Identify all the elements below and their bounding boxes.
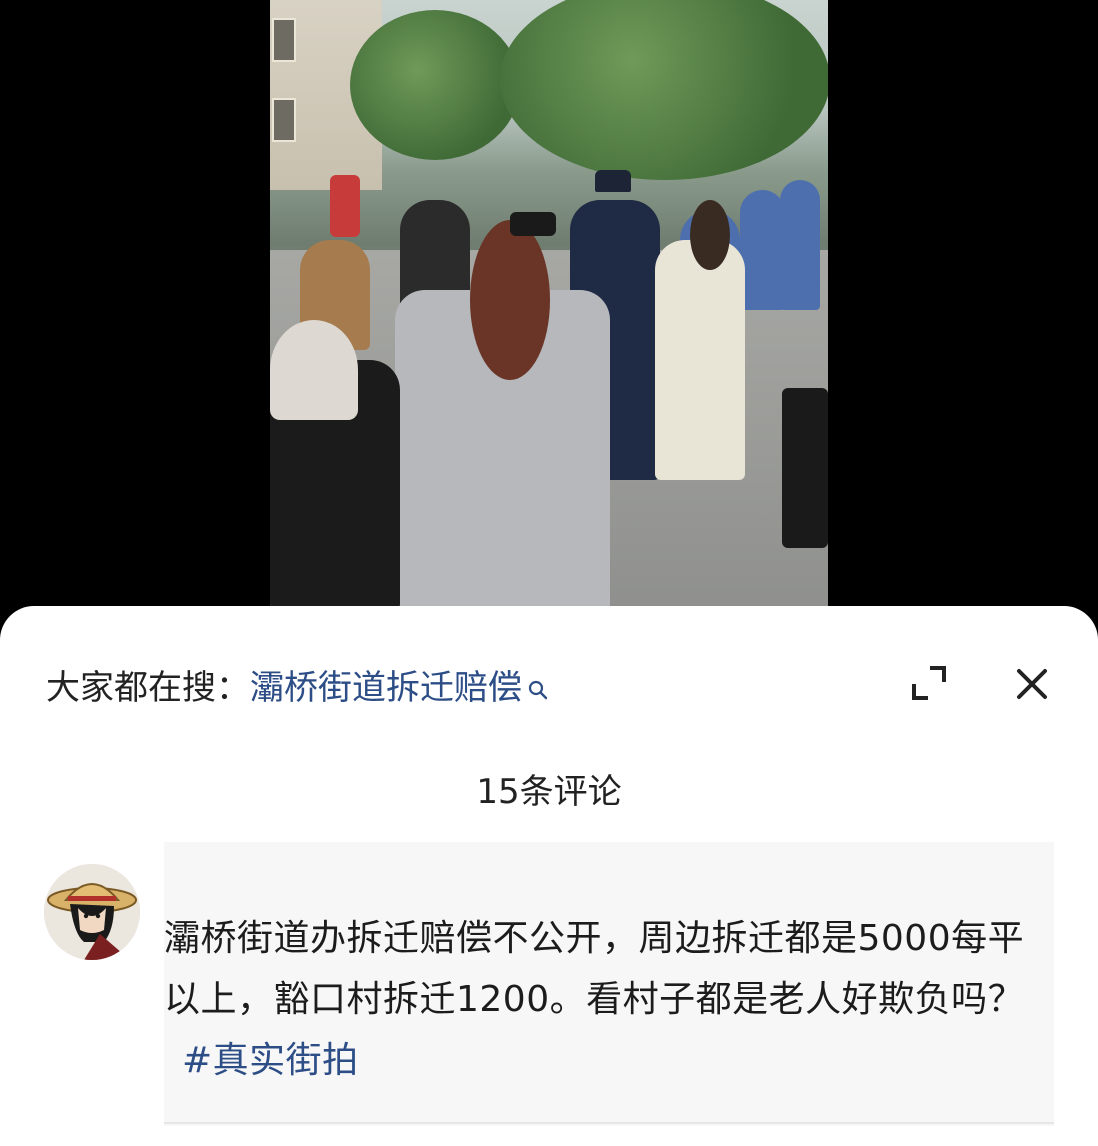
video-tree — [350, 10, 520, 160]
search-term-link[interactable]: 灞桥街道拆迁赔偿 — [250, 660, 522, 709]
search-icon[interactable] — [528, 669, 548, 700]
screen: 大家都在搜： 灞桥街道拆迁赔偿 15条评论 灞桥街道办拆迁赔偿不公开，周边拆迁都… — [0, 0, 1098, 1146]
video-person — [740, 190, 785, 310]
hashtag-link[interactable]: #真实街拍 — [182, 1040, 359, 1081]
search-prefix-label: 大家都在搜： — [46, 667, 250, 708]
video-phone — [782, 388, 828, 548]
video-window — [272, 18, 296, 62]
video-person — [655, 240, 745, 480]
comment-text: 灞桥街道办拆迁赔偿不公开，周边拆迁都是5000每平以上，豁口村拆迁1200。看村… — [164, 918, 1025, 1020]
search-suggestion[interactable]: 大家都在搜： 灞桥街道拆迁赔偿 — [46, 660, 548, 708]
video-head — [690, 200, 730, 270]
video-tree — [500, 0, 828, 180]
video-head — [470, 220, 550, 380]
close-icon[interactable] — [1014, 666, 1050, 702]
video-frame[interactable] — [270, 0, 828, 610]
video-head — [270, 320, 358, 420]
video-person — [780, 180, 820, 310]
expand-icon[interactable] — [910, 664, 948, 702]
video-phone — [510, 212, 556, 236]
comment-body: 灞桥街道办拆迁赔偿不公开，周边拆迁都是5000每平以上，豁口村拆迁1200。看村… — [164, 908, 1054, 1091]
comments-sheet: 大家都在搜： 灞桥街道拆迁赔偿 15条评论 灞桥街道办拆迁赔偿不公开，周边拆迁都… — [0, 606, 1098, 1146]
video-cap — [595, 170, 631, 192]
video-phone — [330, 175, 360, 237]
video-player[interactable] — [0, 0, 1098, 620]
comment-count-title: 15条评论 — [476, 772, 622, 812]
video-window — [272, 98, 296, 142]
divider — [164, 1122, 1054, 1124]
avatar[interactable] — [44, 864, 140, 960]
